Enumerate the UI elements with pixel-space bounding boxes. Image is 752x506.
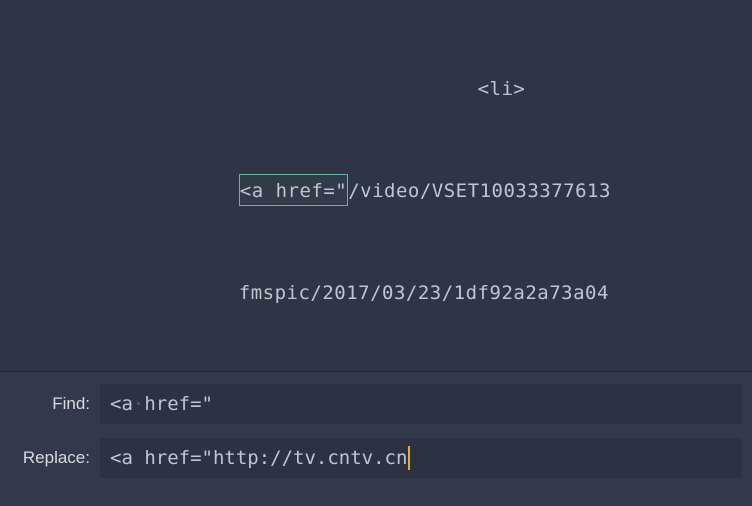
find-input[interactable]: <a·href=" [100, 384, 742, 424]
text-cursor [408, 446, 410, 470]
find-match-highlight: <a href=" [239, 174, 348, 206]
find-label: Find: [10, 394, 100, 414]
replace-row: Replace: <a href="http://tv.cntv.cn [10, 438, 742, 478]
whitespace-dot-icon: · [133, 393, 144, 415]
code-line: <a href="/video/VSET10033377613 [0, 174, 752, 208]
code-editor[interactable]: <li> <a href="/video/VSET10033377613 fms… [0, 0, 752, 320]
find-row: Find: <a·href=" [10, 384, 742, 424]
replace-input[interactable]: <a href="http://tv.cntv.cn [100, 438, 742, 478]
code-line: <li> [0, 72, 752, 106]
find-replace-panel: Find: <a·href=" Replace: <a href="http:/… [0, 371, 752, 506]
code-line: fmspic/2017/03/23/1df92a2a73a04 [0, 276, 752, 310]
replace-label: Replace: [10, 448, 100, 468]
